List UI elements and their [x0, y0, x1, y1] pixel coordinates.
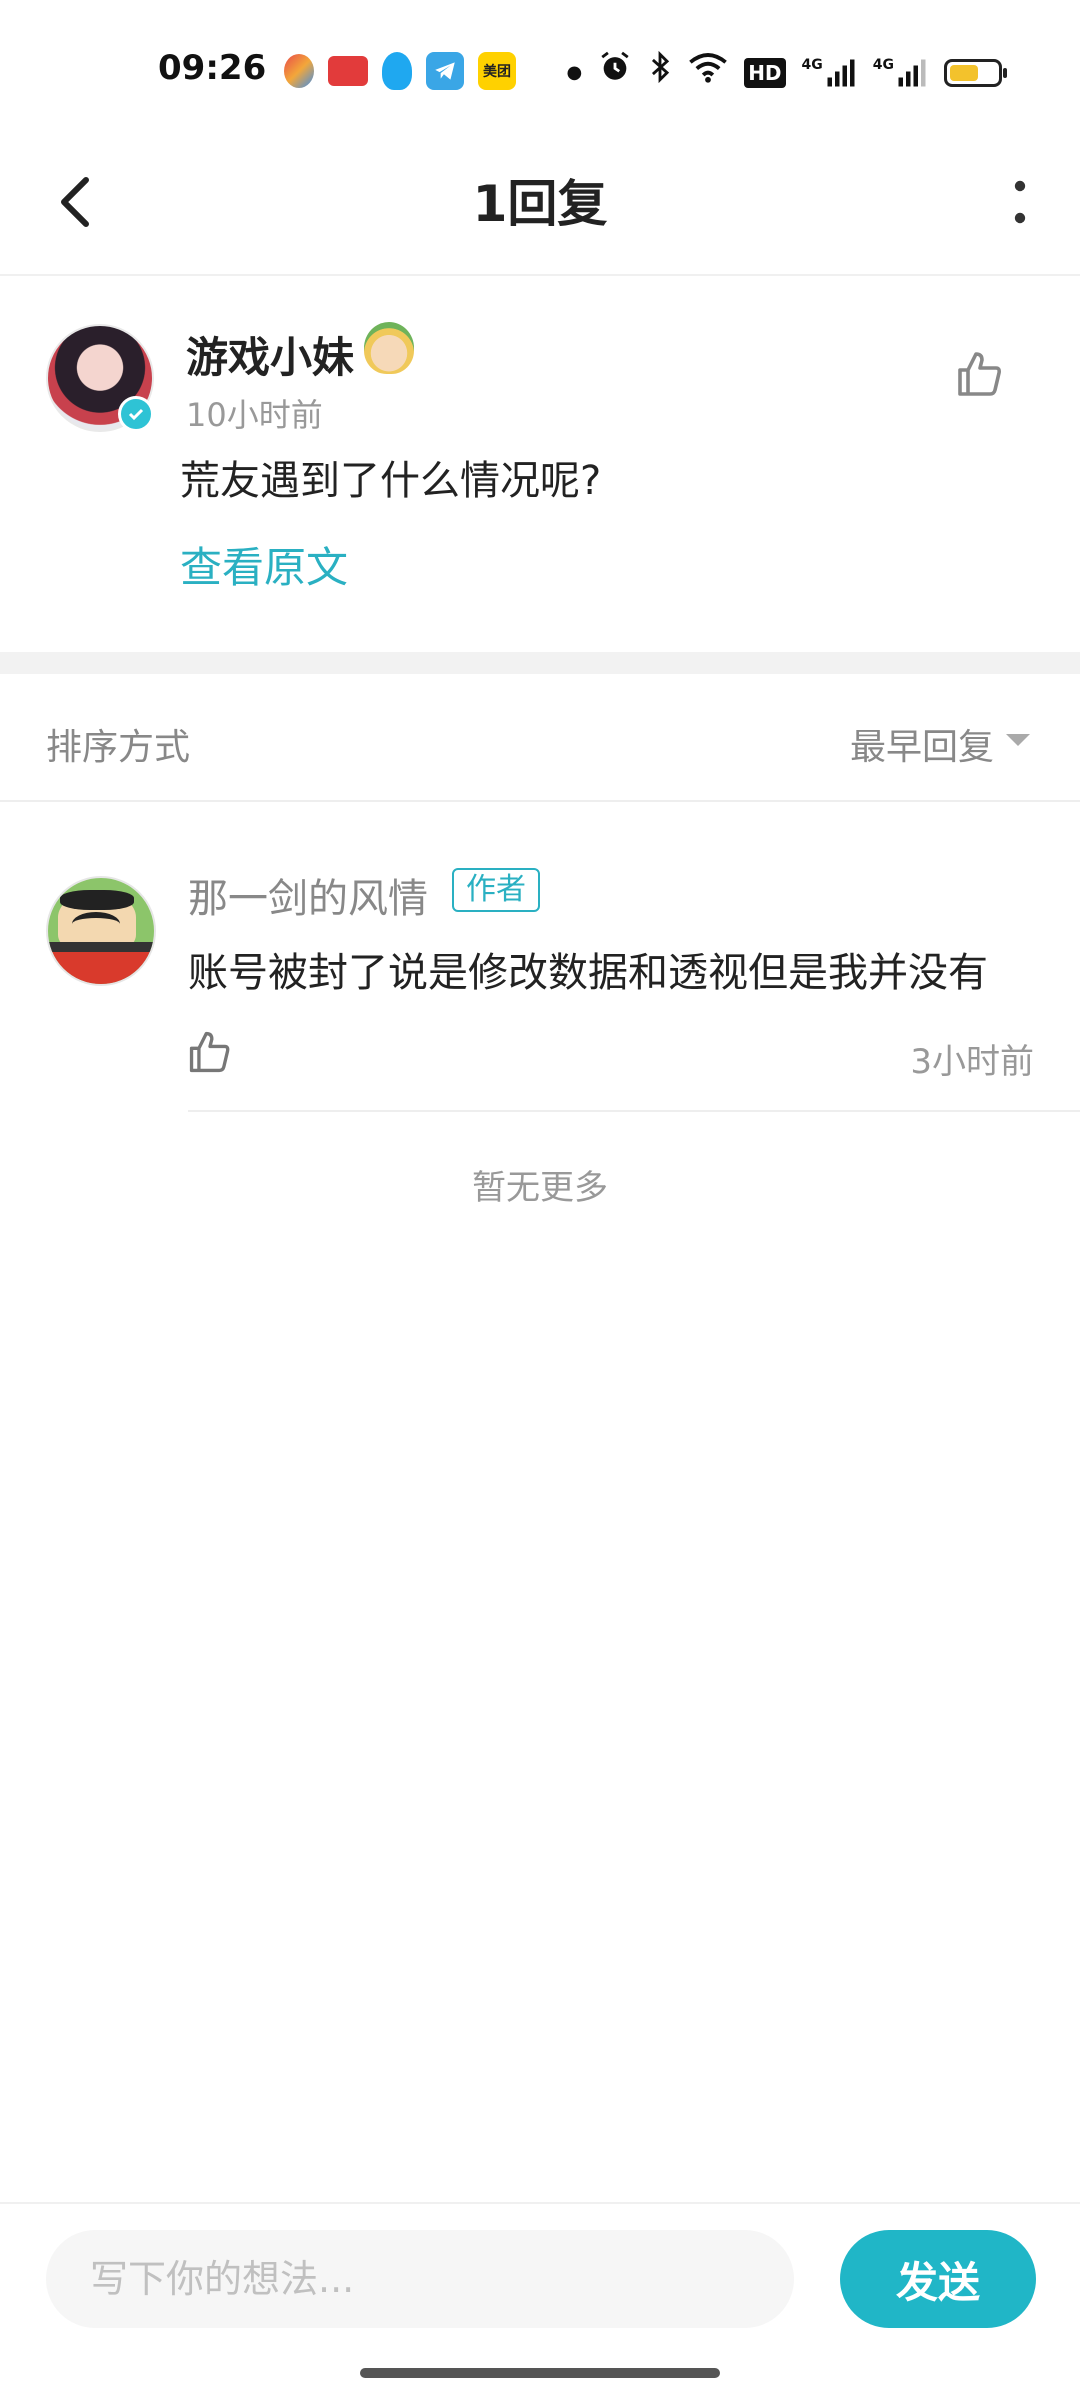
comment-input[interactable]: [46, 2230, 794, 2328]
dot-icon: ●: [566, 61, 583, 83]
reply-content: 账号被封了说是修改数据和透视但是我并没有: [188, 950, 988, 996]
meituan-icon: 美团: [478, 52, 516, 90]
divider: [188, 1110, 1080, 1112]
sort-dropdown[interactable]: 最早回复: [850, 718, 994, 770]
post-time: 10小时前: [186, 396, 323, 434]
view-original-link[interactable]: 查看原文: [180, 534, 348, 595]
status-bar: 09:26 美团 ● HD 4G 4G: [0, 0, 1080, 140]
meituan-label: 美团: [483, 64, 511, 80]
battery-icon: [944, 58, 1007, 87]
reply-item: 那一剑的风情 作者 账号被封了说是修改数据和透视但是我并没有 3小时前: [0, 802, 1080, 1112]
app-icon-red: [328, 56, 368, 86]
notification-icons: 美团: [284, 52, 516, 90]
avatar[interactable]: [46, 876, 156, 986]
network-label: 4G: [872, 56, 894, 73]
author-badge: 作者: [452, 868, 540, 912]
system-icons: ● HD 4G 4G: [566, 50, 1007, 95]
more-vertical-icon: [1014, 180, 1026, 224]
thumbs-up-icon: [189, 1031, 230, 1073]
page-title: 1回复: [472, 175, 608, 233]
caret-down-icon[interactable]: [1006, 734, 1030, 746]
home-indicator[interactable]: [360, 2368, 720, 2378]
more-options-button[interactable]: [990, 162, 1050, 242]
sort-label: 排序方式: [46, 727, 191, 768]
network-label: 4G: [801, 56, 823, 73]
thumbs-up-icon: [958, 352, 1001, 396]
signal-4g-icon: 4G: [873, 58, 928, 88]
navbar: 1回复: [0, 140, 1080, 276]
verified-icon: [118, 396, 154, 432]
like-button[interactable]: [954, 348, 1006, 400]
reply-like-button[interactable]: [186, 1028, 236, 1078]
sort-bar: 排序方式 最早回复: [0, 674, 1080, 802]
send-button[interactable]: 发送: [840, 2230, 1036, 2328]
original-post: 游戏小妹 10小时前 荒友遇到了什么情况呢? 查看原文: [0, 276, 1080, 652]
battery-fill: [950, 64, 978, 81]
reply-username[interactable]: 那一剑的风情: [188, 866, 428, 924]
post-username[interactable]: 游戏小妹: [186, 324, 354, 385]
signal-4g-icon: 4G: [802, 58, 857, 88]
telegram-icon: [426, 52, 464, 90]
user-badge-icon: [364, 322, 414, 374]
qq-icon: [382, 52, 412, 90]
wifi-icon: [688, 51, 728, 94]
no-more-text: 暂无更多: [472, 1168, 608, 1208]
app-icon-colorful: [284, 54, 314, 88]
hd-icon: HD: [744, 57, 786, 88]
bluetooth-icon: [648, 50, 672, 95]
comment-composer: 发送: [0, 2202, 1080, 2352]
status-time: 09:26: [158, 48, 267, 88]
section-divider: [0, 652, 1080, 674]
alarm-icon: [598, 50, 632, 95]
reply-time: 3小时前: [910, 1042, 1034, 1082]
post-content: 荒友遇到了什么情况呢?: [180, 458, 602, 504]
